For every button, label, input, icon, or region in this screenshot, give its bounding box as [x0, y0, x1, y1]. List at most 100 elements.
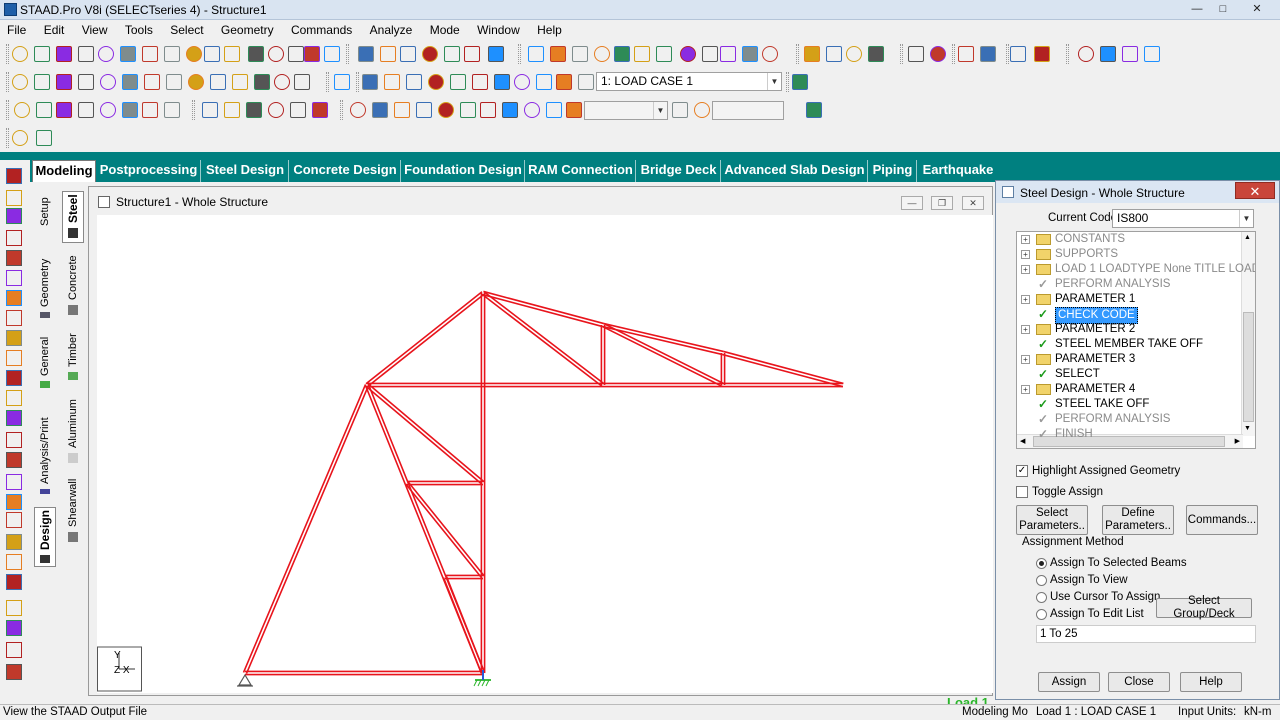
- vtab-general[interactable]: General: [34, 335, 56, 391]
- toolbar-tool-icon[interactable]: [680, 46, 696, 62]
- toolbar-tool-icon[interactable]: [494, 74, 510, 90]
- close-button[interactable]: Close: [1108, 672, 1170, 692]
- tree-item[interactable]: ✓ PERFORM ANALYSIS: [1017, 412, 1239, 427]
- toolbar-tool-icon[interactable]: [572, 46, 588, 62]
- beam-member[interactable]: [405, 483, 483, 579]
- minimize-button[interactable]: —: [1184, 1, 1210, 17]
- tree-item[interactable]: + PARAMETER 4: [1017, 382, 1239, 397]
- menu-tools[interactable]: Tools: [118, 20, 160, 40]
- scroll-down-icon[interactable]: ▼: [1244, 425, 1251, 432]
- toolbar-tool-icon[interactable]: [362, 74, 378, 90]
- toolbar-tool-icon[interactable]: [556, 74, 572, 90]
- tree-item[interactable]: ✓ STEEL TAKE OFF: [1017, 397, 1239, 412]
- beam-member[interactable]: [445, 576, 486, 673]
- toggle-assign-checkbox[interactable]: [1016, 486, 1028, 498]
- toolbar-tool-icon[interactable]: [550, 46, 566, 62]
- select-parameters-button[interactable]: Select Parameters..: [1016, 505, 1088, 535]
- drawing-canvas[interactable]: Y Z X Load 1: [97, 215, 993, 710]
- select-group-deck-button[interactable]: Select Group/Deck: [1156, 595, 1252, 620]
- beam-member[interactable]: [601, 325, 723, 388]
- left-tool-icon[interactable]: [6, 270, 22, 286]
- tab-postprocessing[interactable]: Postprocessing: [97, 160, 201, 182]
- left-tool-icon[interactable]: [6, 390, 22, 406]
- mdi-minimize-button[interactable]: —: [901, 196, 923, 210]
- tab-modeling[interactable]: Modeling: [32, 160, 96, 182]
- left-tool-icon[interactable]: [6, 330, 22, 346]
- vtab-design[interactable]: Design: [34, 507, 56, 567]
- highlight-geometry-checkbox[interactable]: ✓: [1016, 465, 1028, 477]
- tab-earthquake[interactable]: Earthquake: [918, 160, 998, 182]
- expand-icon[interactable]: +: [1021, 355, 1030, 364]
- toolbar-tool-icon[interactable]: [186, 46, 202, 62]
- menu-view[interactable]: View: [75, 20, 115, 40]
- tree-item[interactable]: ✓ FINISH: [1017, 427, 1239, 442]
- toolbar-tool-icon[interactable]: [438, 102, 454, 118]
- left-tool-icon[interactable]: [6, 452, 22, 468]
- help-button[interactable]: Help: [1180, 672, 1242, 692]
- toolbar-tool-icon[interactable]: [762, 46, 778, 62]
- left-tool-icon[interactable]: [6, 290, 22, 306]
- toolbar-tool-icon[interactable]: [120, 46, 136, 62]
- toolbar-tool-icon[interactable]: [246, 102, 262, 118]
- load-case-select[interactable]: 1: LOAD CASE 1 ▼: [596, 72, 782, 91]
- toolbar-tool-icon[interactable]: [460, 102, 476, 118]
- dialog-close-icon[interactable]: ✕: [1235, 182, 1275, 199]
- toolbar-tool-icon[interactable]: [100, 102, 116, 118]
- tree-item[interactable]: + PARAMETER 3: [1017, 352, 1239, 367]
- toolbar-tool-icon[interactable]: [444, 46, 460, 62]
- expand-icon[interactable]: +: [1021, 325, 1030, 334]
- toolbar-tool-icon[interactable]: [1010, 46, 1026, 62]
- left-tool-icon[interactable]: [6, 534, 22, 550]
- beam-member[interactable]: [481, 293, 603, 387]
- left-tool-icon[interactable]: [6, 432, 22, 448]
- menu-help[interactable]: Help: [530, 20, 569, 40]
- edit-list-input[interactable]: 1 To 25: [1036, 625, 1256, 643]
- toolbar-tool-icon[interactable]: [144, 74, 160, 90]
- toolbar-tool-icon[interactable]: [78, 102, 94, 118]
- tab-concrete-design[interactable]: Concrete Design: [290, 160, 401, 182]
- toolbar-tool-icon[interactable]: [268, 102, 284, 118]
- toolbar-tool-icon[interactable]: [254, 74, 270, 90]
- maximize-button[interactable]: □: [1210, 1, 1236, 17]
- left-tool-icon[interactable]: [6, 600, 22, 616]
- tab-foundation-design[interactable]: Foundation Design: [402, 160, 525, 182]
- menu-window[interactable]: Window: [470, 20, 527, 40]
- toolbar-tool-icon[interactable]: [294, 74, 310, 90]
- expand-icon[interactable]: +: [1021, 265, 1030, 274]
- left-tool-icon[interactable]: [6, 554, 22, 570]
- toolbar-tool-icon[interactable]: [334, 74, 350, 90]
- beam-member[interactable]: [603, 322, 724, 353]
- toolbar-tool-icon[interactable]: [164, 46, 180, 62]
- toolbar-tool-icon[interactable]: [36, 102, 52, 118]
- toolbar-tool-icon[interactable]: [358, 46, 374, 62]
- tab-piping[interactable]: Piping: [869, 160, 917, 182]
- left-tool-icon[interactable]: [6, 664, 22, 680]
- tree-item[interactable]: ✓ SELECT: [1017, 367, 1239, 382]
- left-tool-icon[interactable]: [6, 474, 22, 490]
- toolbar-tool-icon[interactable]: [1078, 46, 1094, 62]
- toolbar-tool-icon[interactable]: [210, 74, 226, 90]
- vtab-timber[interactable]: Timber: [62, 331, 84, 383]
- toolbar-tool-icon[interactable]: [742, 46, 758, 62]
- tab-advanced-slab-design[interactable]: Advanced Slab Design: [722, 160, 868, 182]
- beam-member[interactable]: [407, 481, 485, 577]
- toolbar-tool-icon[interactable]: [1122, 46, 1138, 62]
- menu-geometry[interactable]: Geometry: [214, 20, 281, 40]
- toolbar-tool-icon[interactable]: [634, 46, 650, 62]
- toolbar-tool-icon[interactable]: [202, 102, 218, 118]
- left-tool-icon[interactable]: [6, 494, 22, 510]
- left-tool-icon[interactable]: [6, 642, 22, 658]
- beam-member[interactable]: [482, 293, 603, 328]
- toolbar-tool-icon[interactable]: [224, 102, 240, 118]
- toolbar-tool-icon[interactable]: [614, 46, 630, 62]
- toolbar-tool-icon[interactable]: [502, 102, 518, 118]
- beam-member[interactable]: [365, 291, 483, 385]
- toolbar-tool-icon[interactable]: [304, 46, 320, 62]
- menu-edit[interactable]: Edit: [37, 20, 72, 40]
- tab-steel-design[interactable]: Steel Design: [202, 160, 289, 182]
- toolbar-tool-icon[interactable]: [1100, 46, 1116, 62]
- toolbar-tool-icon[interactable]: [806, 102, 822, 118]
- vtab-analysis-print[interactable]: Analysis/Print: [34, 415, 56, 497]
- left-tool-icon[interactable]: [6, 208, 22, 224]
- vtab-aluminum[interactable]: Aluminum: [62, 397, 84, 467]
